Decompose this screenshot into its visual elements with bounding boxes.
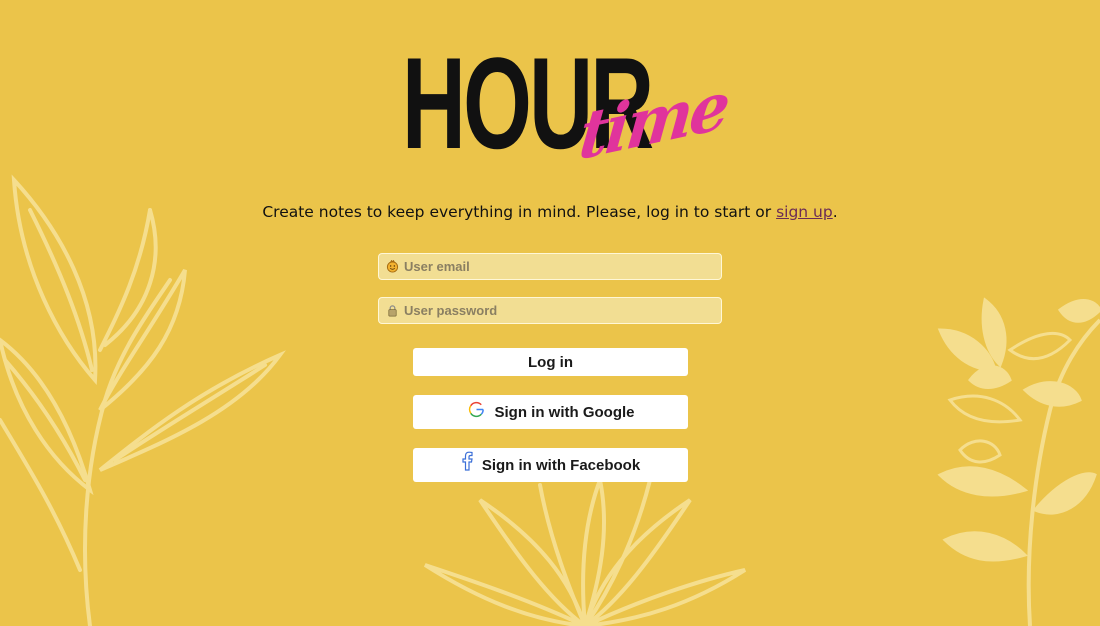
login-button-label: Log in (528, 353, 573, 371)
google-signin-button[interactable]: Sign in with Google (413, 395, 688, 429)
email-field[interactable] (378, 253, 722, 280)
tagline-text: Create notes to keep everything in mind.… (262, 203, 777, 221)
leaf-decoration-bottom (423, 472, 747, 626)
facebook-signin-button[interactable]: Sign in with Facebook (413, 448, 688, 482)
tagline-suffix: . (832, 203, 838, 221)
smiley-icon (386, 260, 399, 273)
password-field[interactable] (378, 297, 722, 324)
password-input[interactable] (404, 298, 714, 322)
email-input[interactable] (404, 254, 714, 278)
leaf-decoration-right (937, 297, 1100, 626)
facebook-signin-label: Sign in with Facebook (481, 456, 641, 474)
facebook-icon (462, 451, 473, 471)
sign-up-link[interactable]: sign up (776, 203, 833, 221)
app-logo: HOUR time (398, 38, 731, 188)
lock-icon (388, 305, 397, 317)
tagline: Create notes to keep everything in mind.… (0, 203, 1100, 221)
login-button[interactable]: Log in (413, 348, 688, 376)
leaf-decoration-left (0, 174, 286, 626)
google-signin-label: Sign in with Google (494, 403, 635, 421)
google-icon (468, 401, 484, 417)
